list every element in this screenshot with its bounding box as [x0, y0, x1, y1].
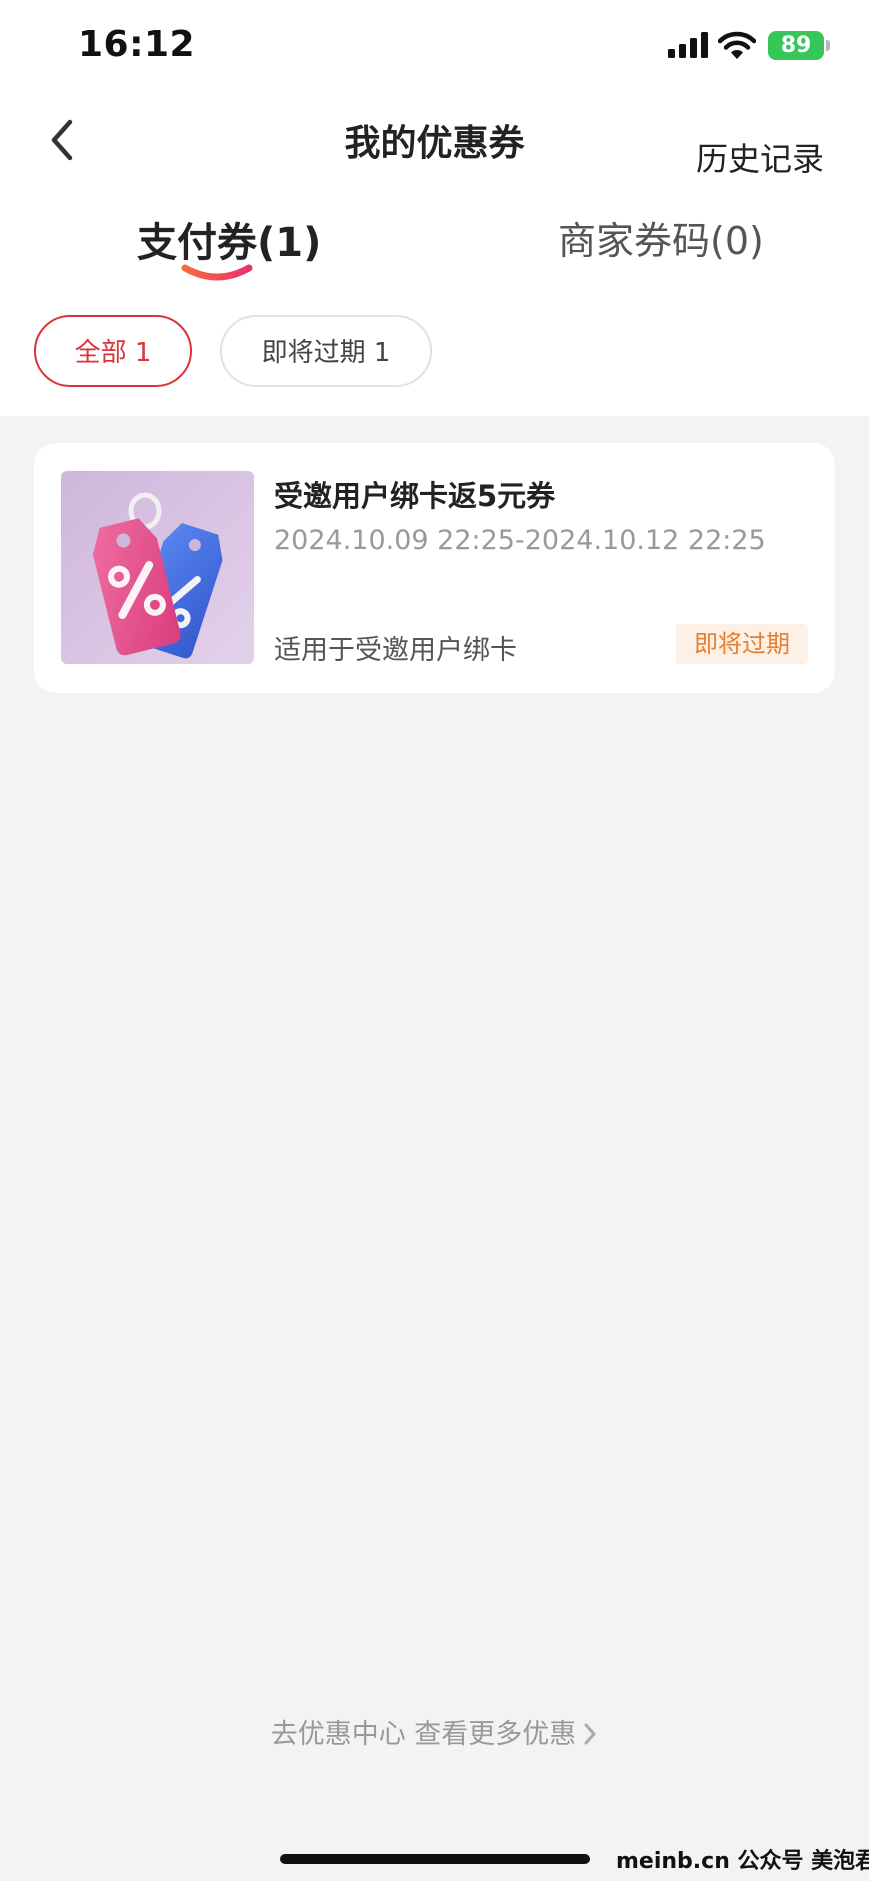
discount-tag-icon [61, 471, 254, 664]
coupon-center-link-label: 去优惠中心 查看更多优惠 [270, 1719, 577, 1750]
chevron-right-icon [584, 1723, 596, 1745]
coupon-title: 受邀用户绑卡返5元券 [274, 479, 556, 513]
battery-icon: 89 [768, 31, 824, 60]
tab-active-indicator [181, 264, 253, 281]
coupon-card[interactable]: 受邀用户绑卡返5元券 2024.10.09 22:25-2024.10.12 2… [34, 443, 835, 693]
coupon-center-link[interactable]: 去优惠中心 查看更多优惠 [0, 1712, 869, 1751]
battery-tip [826, 40, 830, 51]
status-time: 16:12 [78, 24, 196, 65]
coupon-validity-period: 2024.10.09 22:25-2024.10.12 22:25 [274, 525, 766, 556]
filter-all-chip[interactable]: 全部 1 [34, 315, 192, 387]
cellular-signal-icon [668, 32, 708, 58]
coupon-scope: 适用于受邀用户绑卡 [274, 635, 517, 666]
home-indicator [280, 1854, 590, 1864]
history-link[interactable]: 历史记录 [696, 134, 824, 180]
watermark: meinb.cn 公众号 美泡君 [616, 1849, 869, 1874]
expiring-soon-badge: 即将过期 [676, 624, 808, 664]
filter-expiring-chip[interactable]: 即将过期 1 [220, 315, 432, 387]
tab-merchant-codes[interactable]: 商家券码(0) [558, 210, 764, 265]
wifi-icon [718, 31, 756, 59]
